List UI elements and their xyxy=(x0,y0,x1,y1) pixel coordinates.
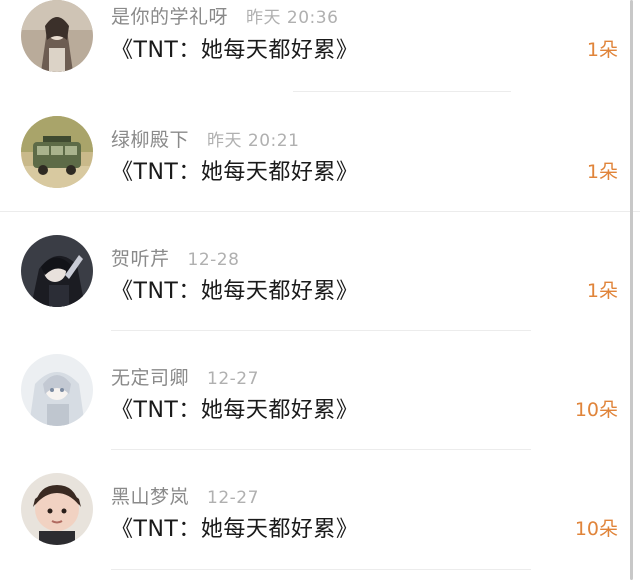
item-meta: 无定司卿 12-27 xyxy=(111,363,259,390)
gift-count: 10朵 xyxy=(574,518,618,540)
item-meta: 贺听芹 12-28 xyxy=(111,244,239,271)
divider xyxy=(0,211,640,212)
list-item[interactable]: 是你的学礼呀 昨天 20:36 《TNT：她每天都好累》 1朵 xyxy=(0,0,640,99)
timestamp: 12-27 xyxy=(207,488,259,508)
scrollbar[interactable] xyxy=(630,0,633,580)
work-title[interactable]: 《TNT：她每天都好累》 xyxy=(111,511,358,543)
avatar[interactable] xyxy=(21,473,93,545)
timestamp: 12-28 xyxy=(187,250,240,270)
user-name[interactable]: 无定司卿 xyxy=(111,367,189,389)
gift-count: 1朵 xyxy=(586,39,618,61)
divider xyxy=(111,569,531,570)
list-item[interactable]: 黑山梦岚 12-27 《TNT：她每天都好累》 10朵 xyxy=(0,453,640,572)
work-title[interactable]: 《TNT：她每天都好累》 xyxy=(111,32,358,64)
user-name[interactable]: 贺听芹 xyxy=(111,248,170,270)
item-meta: 绿柳殿下 昨天 20:21 xyxy=(111,125,299,152)
item-meta: 黑山梦岚 12-27 xyxy=(111,482,259,509)
work-title[interactable]: 《TNT：她每天都好累》 xyxy=(111,392,358,424)
user-name[interactable]: 黑山梦岚 xyxy=(111,486,189,508)
gift-record-list: 是你的学礼呀 昨天 20:36 《TNT：她每天都好累》 1朵 绿柳殿下 昨天 20… xyxy=(0,0,640,580)
user-name[interactable]: 绿柳殿下 xyxy=(111,129,189,151)
list-item[interactable]: 绿柳殿下 昨天 20:21 《TNT：她每天都好累》 1朵 xyxy=(0,96,640,215)
avatar[interactable] xyxy=(21,235,93,307)
avatar[interactable] xyxy=(21,0,93,72)
avatar[interactable] xyxy=(21,116,93,188)
divider xyxy=(111,330,531,331)
work-title[interactable]: 《TNT：她每天都好累》 xyxy=(111,154,358,186)
item-meta: 是你的学礼呀 昨天 20:36 xyxy=(111,2,338,29)
avatar[interactable] xyxy=(21,354,93,426)
gift-count: 1朵 xyxy=(586,161,618,183)
work-title[interactable]: 《TNT：她每天都好累》 xyxy=(111,273,358,305)
timestamp: 12-27 xyxy=(207,369,259,389)
list-item[interactable]: 无定司卿 12-27 《TNT：她每天都好累》 10朵 xyxy=(0,334,640,453)
user-name[interactable]: 是你的学礼呀 xyxy=(111,6,228,28)
list-item[interactable]: 贺听芹 12-28 《TNT：她每天都好累》 1朵 xyxy=(0,215,640,334)
divider xyxy=(111,449,531,450)
divider xyxy=(293,91,511,92)
timestamp: 昨天 20:36 xyxy=(246,8,339,28)
gift-count: 1朵 xyxy=(586,280,618,302)
gift-count: 10朵 xyxy=(574,399,618,421)
timestamp: 昨天 20:21 xyxy=(207,131,300,151)
